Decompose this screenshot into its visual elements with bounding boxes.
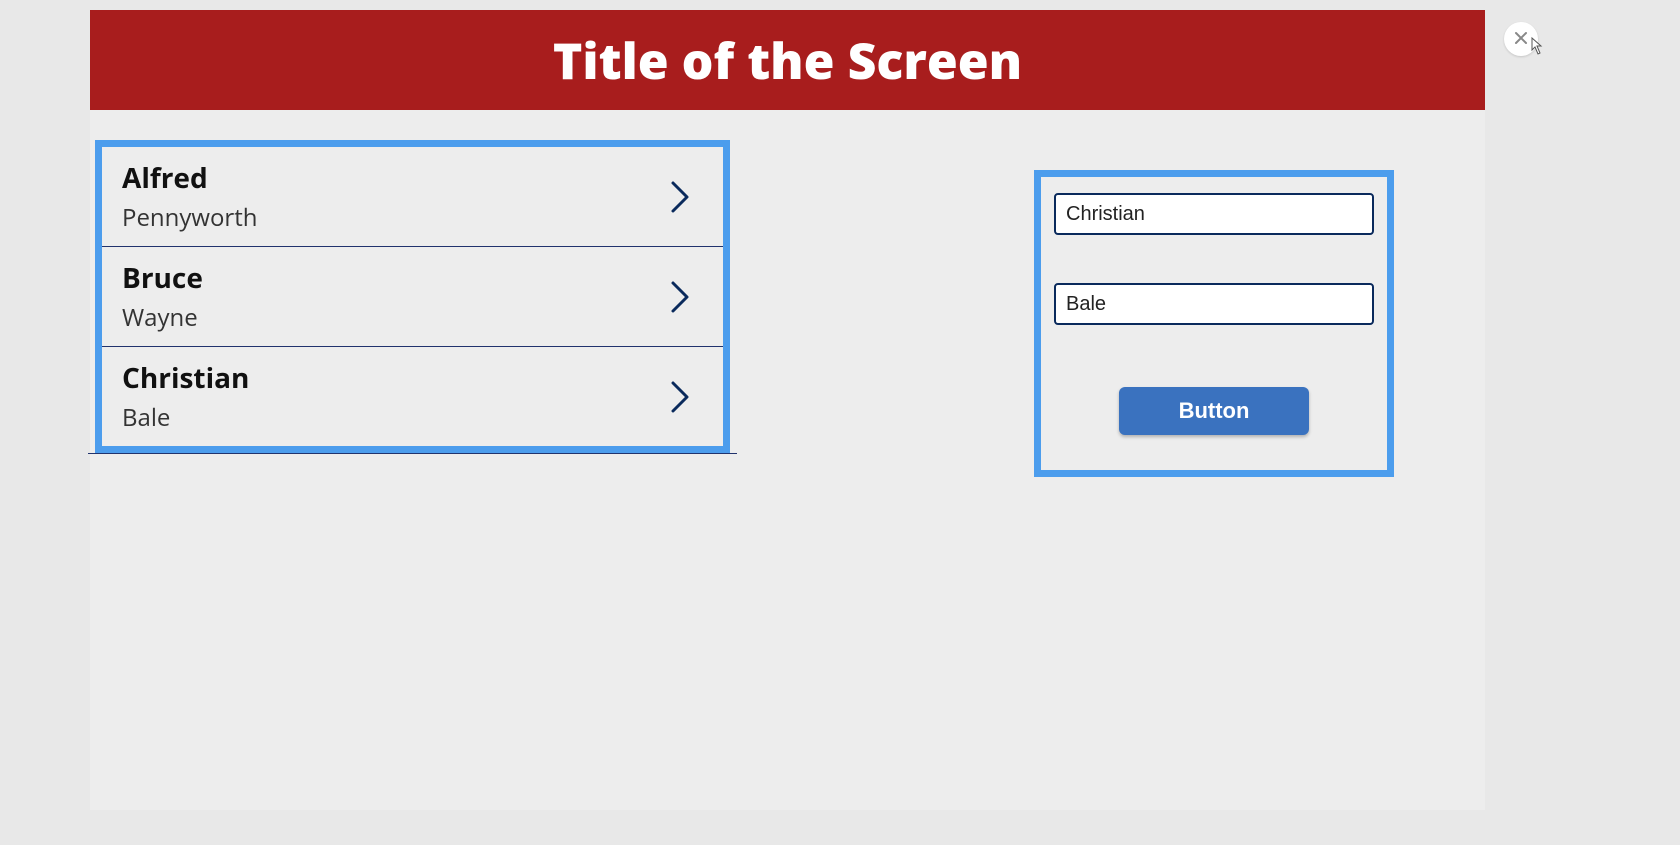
- list-item-text: Christian Bale: [122, 359, 669, 434]
- list-item[interactable]: Bruce Wayne: [102, 247, 723, 347]
- list-item-last-name: Bale: [122, 401, 669, 434]
- list-item[interactable]: Christian Bale: [102, 347, 723, 446]
- chevron-right-icon: [669, 379, 693, 415]
- chevron-right-icon: [669, 179, 693, 215]
- people-list-panel: Alfred Pennyworth Bruce Wayne Christia: [95, 140, 730, 453]
- list-item[interactable]: Alfred Pennyworth: [102, 147, 723, 247]
- list-item-text: Bruce Wayne: [122, 259, 669, 334]
- list-item-first-name: Alfred: [122, 159, 669, 197]
- list-item-last-name: Pennyworth: [122, 201, 669, 234]
- list-item-text: Alfred Pennyworth: [122, 159, 669, 234]
- list-item-last-name: Wayne: [122, 301, 669, 334]
- screen-container: Title of the Screen Alfred Pennyworth Br…: [90, 10, 1485, 810]
- list-item-first-name: Bruce: [122, 259, 669, 297]
- close-button[interactable]: [1504, 22, 1538, 56]
- form-panel: Button: [1034, 170, 1394, 477]
- chevron-right-icon: [669, 279, 693, 315]
- list-item-first-name: Christian: [122, 359, 669, 397]
- close-icon: [1514, 31, 1528, 48]
- first-name-field[interactable]: [1054, 193, 1374, 235]
- header-bar: Title of the Screen: [90, 10, 1485, 110]
- page-title: Title of the Screen: [553, 26, 1022, 94]
- submit-button[interactable]: Button: [1119, 387, 1309, 435]
- last-name-field[interactable]: [1054, 283, 1374, 325]
